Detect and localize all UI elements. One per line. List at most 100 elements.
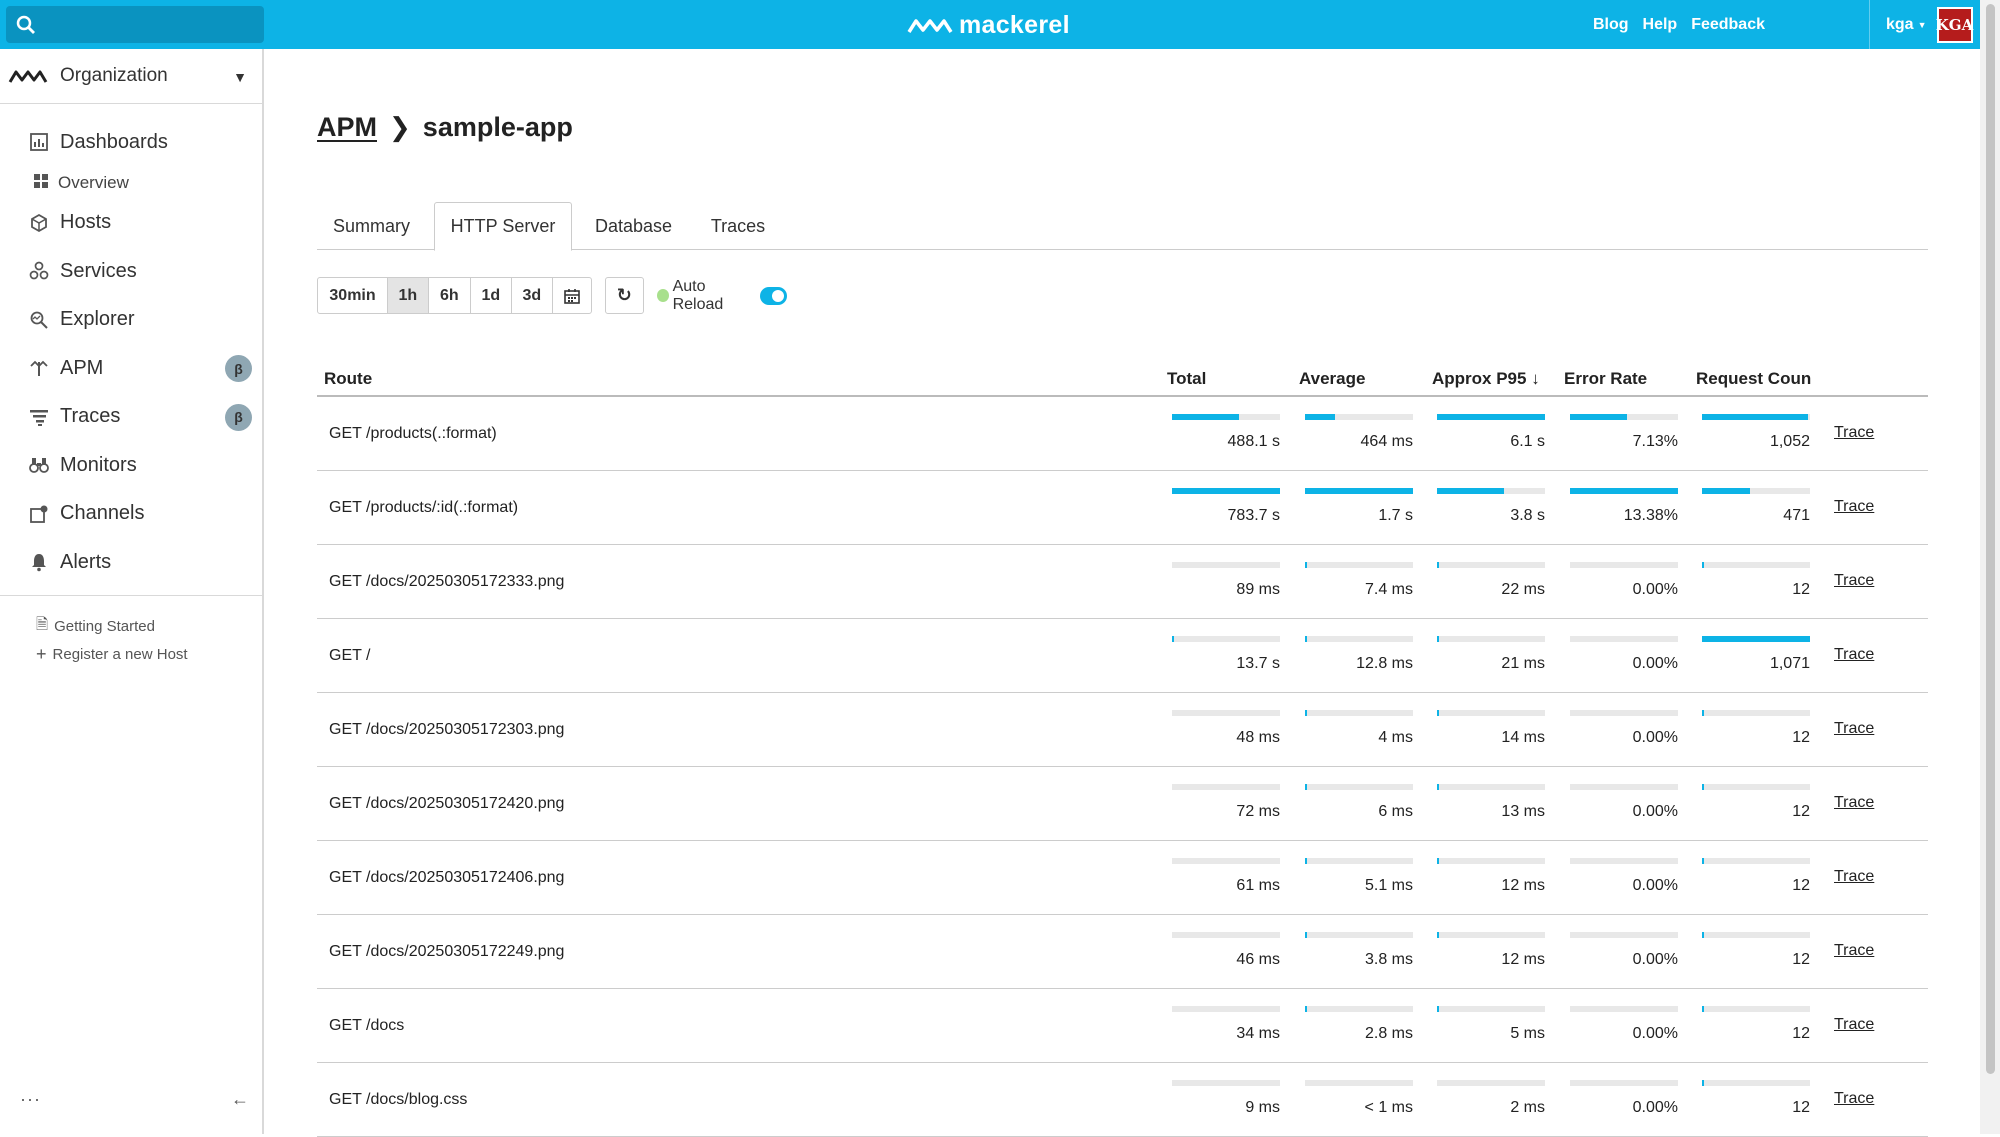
error-rate-cell: 7.13% — [1570, 414, 1678, 464]
metric-value: 2.8 ms — [1364, 1025, 1413, 1042]
sidebar-item-channels[interactable]: Channels — [0, 490, 262, 539]
col-request-count[interactable]: Request Coun — [1696, 369, 1812, 389]
mackerel-logo[interactable]: mackerel — [907, 10, 1070, 40]
col-average[interactable]: Average — [1299, 369, 1365, 389]
collapse-sidebar-icon[interactable]: ← — [231, 1089, 249, 1110]
trace-link[interactable]: Trace — [1834, 424, 1874, 442]
trace-link[interactable]: Trace — [1834, 572, 1874, 590]
getting-started-link[interactable]: 🗎 Getting Started — [36, 612, 188, 640]
scrollbar-thumb[interactable] — [1986, 4, 1995, 1074]
reload-button[interactable]: ↻ — [604, 277, 644, 314]
trace-link[interactable]: Trace — [1834, 646, 1874, 664]
metric-bar — [1172, 414, 1280, 420]
trace-link[interactable]: Trace — [1834, 1016, 1874, 1034]
sidebar-item-apm[interactable]: APM β — [0, 344, 262, 393]
metric-value: 5.1 ms — [1364, 877, 1413, 894]
metric-bar-fill — [1437, 414, 1545, 420]
getting-started-label: Getting Started — [54, 617, 155, 635]
metric-bar — [1570, 488, 1678, 494]
register-host-link[interactable]: + Register a new Host — [36, 640, 188, 668]
auto-reload-toggle[interactable] — [760, 286, 787, 305]
metric-bar-fill — [1437, 858, 1439, 864]
metric-bar — [1437, 562, 1545, 568]
request-count-cell: 12 — [1702, 932, 1810, 982]
metric-bar — [1570, 858, 1678, 864]
trace-link[interactable]: Trace — [1834, 720, 1874, 738]
range-6h-button[interactable]: 6h — [429, 278, 472, 313]
more-menu-icon[interactable]: ··· — [20, 1089, 41, 1110]
sidebar-item-hosts[interactable]: Hosts — [0, 199, 262, 248]
routes-table: Route Total Average Approx P95 ↓ Error R… — [317, 359, 1928, 1137]
metric-value: 13 ms — [1501, 803, 1545, 820]
metric-bar — [1437, 488, 1545, 494]
sidebar-item-label: Hosts — [60, 211, 112, 234]
sidebar-item-overview[interactable]: Overview — [0, 167, 262, 199]
range-1h-button[interactable]: 1h — [388, 278, 429, 313]
metric-value: 3.8 s — [1510, 507, 1545, 524]
table-row: GET /products(.:format) 488.1 s 464 ms 6.1 … — [317, 397, 1928, 471]
col-error-rate[interactable]: Error Rate — [1564, 369, 1647, 389]
tab-summary[interactable]: Summary — [317, 202, 426, 250]
sidebar-item-dashboards[interactable]: Dashboards — [0, 118, 262, 167]
metric-bar — [1570, 636, 1678, 642]
metric-bar — [1702, 1006, 1810, 1012]
trace-link[interactable]: Trace — [1834, 794, 1874, 812]
sidebar-item-label: Monitors — [60, 453, 137, 476]
search-box[interactable] — [6, 6, 264, 43]
breadcrumb-apm-link[interactable]: APM — [317, 112, 377, 143]
metric-bar-fill — [1702, 562, 1704, 568]
auto-reload-label: Auto Reload — [672, 277, 724, 313]
metric-bar-fill — [1172, 488, 1280, 494]
blog-link[interactable]: Blog — [1593, 16, 1629, 34]
average-cell: 12.8 ms — [1305, 636, 1413, 686]
col-total[interactable]: Total — [1167, 369, 1206, 389]
user-menu[interactable]: kga ▼ KGA — [1886, 0, 1973, 49]
calendar-button[interactable] — [553, 278, 591, 313]
trace-link[interactable]: Trace — [1834, 498, 1874, 516]
metric-value: 1,052 — [1769, 433, 1810, 450]
metric-bar — [1305, 784, 1413, 790]
sidebar-item-explorer[interactable]: Explorer — [0, 296, 262, 345]
metric-value: 22 ms — [1501, 581, 1545, 598]
help-link[interactable]: Help — [1643, 16, 1678, 34]
avatar[interactable]: KGA — [1936, 6, 1973, 43]
route-cell: GET /docs/20250305172420.png — [329, 795, 565, 812]
trace-link[interactable]: Trace — [1834, 942, 1874, 960]
chevron-down-icon: ▼ — [233, 69, 247, 85]
table-header: Route Total Average Approx P95 ↓ Error R… — [317, 359, 1928, 397]
total-cell: 61 ms — [1172, 858, 1280, 908]
metric-bar — [1172, 710, 1280, 716]
error-rate-cell: 0.00% — [1570, 932, 1678, 982]
metric-value: 12 — [1792, 581, 1810, 598]
sidebar-item-monitors[interactable]: Monitors — [0, 441, 262, 490]
range-3d-button[interactable]: 3d — [512, 278, 554, 313]
binoculars-icon — [28, 454, 50, 476]
tab-traces[interactable]: Traces — [692, 202, 784, 250]
average-cell: 2.8 ms — [1305, 1006, 1413, 1056]
metric-value: 0.00% — [1632, 1025, 1678, 1042]
metric-value: 6 ms — [1378, 803, 1413, 820]
metric-bar — [1437, 784, 1545, 790]
feedback-link[interactable]: Feedback — [1691, 16, 1765, 34]
trace-link[interactable]: Trace — [1834, 1090, 1874, 1108]
sidebar-item-alerts[interactable]: Alerts — [0, 538, 262, 587]
table-row: GET /docs/20250305172303.png 48 ms 4 ms 14 … — [317, 693, 1928, 767]
col-approx-p95[interactable]: Approx P95 ↓ — [1432, 369, 1540, 389]
trace-link[interactable]: Trace — [1834, 868, 1874, 886]
metric-value: 12 — [1792, 729, 1810, 746]
metric-value: 72 ms — [1236, 803, 1280, 820]
sidebar-item-traces[interactable]: Traces β — [0, 393, 262, 442]
range-30min-button[interactable]: 30min — [318, 278, 389, 313]
org-switcher[interactable]: Organization ▼ — [0, 49, 262, 104]
metric-value: 7.13% — [1632, 433, 1678, 450]
col-route[interactable]: Route — [324, 369, 372, 389]
tab-http-server[interactable]: HTTP Server — [434, 202, 572, 251]
sidebar-item-services[interactable]: Services — [0, 247, 262, 296]
beta-badge: β — [225, 403, 252, 431]
metric-bar — [1305, 1080, 1413, 1086]
metric-bar-fill — [1570, 414, 1628, 420]
metric-bar — [1437, 636, 1545, 642]
tab-database[interactable]: Database — [579, 202, 688, 250]
sidebar-divider — [0, 595, 262, 596]
range-1d-button[interactable]: 1d — [471, 278, 512, 313]
